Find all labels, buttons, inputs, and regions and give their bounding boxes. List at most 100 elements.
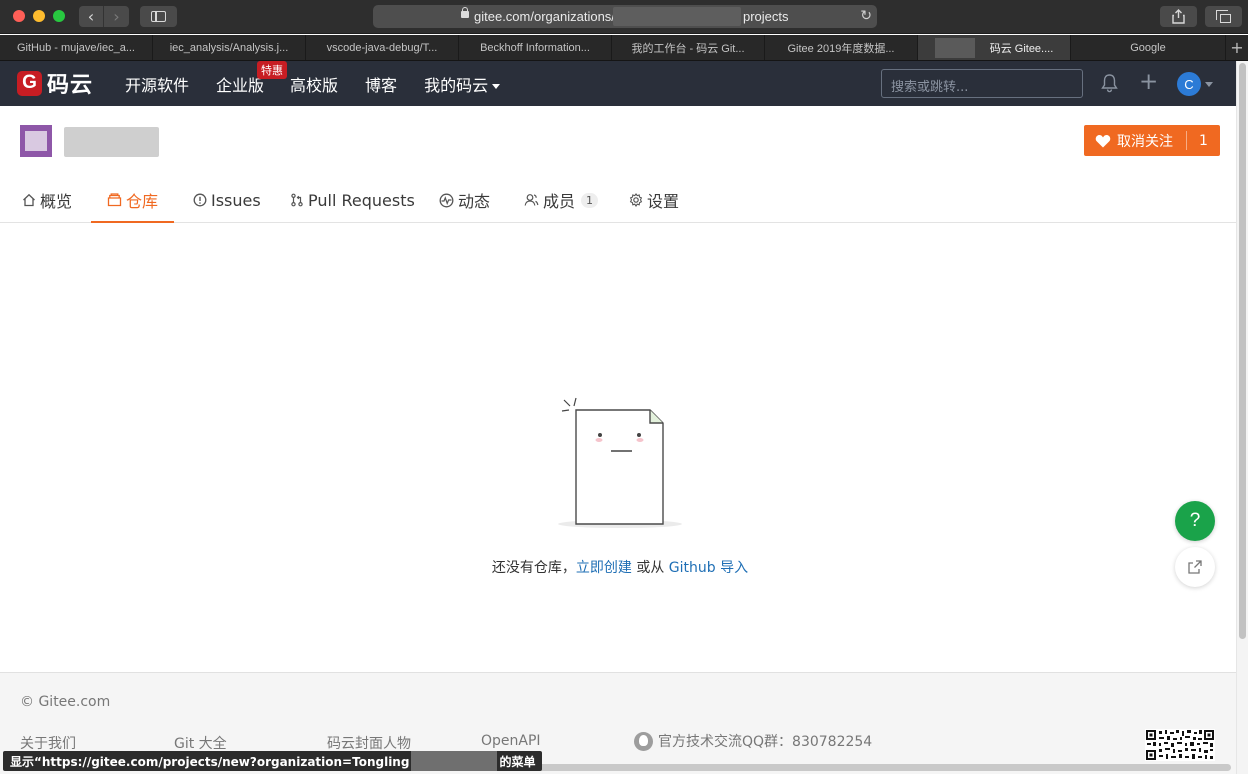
share-button[interactable] <box>1160 6 1197 27</box>
nav-my-gitee[interactable]: 我的码云 <box>424 72 501 96</box>
status-text-prefix: 显示“https://gitee.com/projects/new?organi… <box>10 754 410 769</box>
tab-activity-label: 动态 <box>458 192 491 211</box>
browser-tab[interactable]: Beckhoff Information... <box>459 35 612 60</box>
tab-repos[interactable]: 仓库 <box>91 178 175 223</box>
tab-overview-label: 概览 <box>40 192 73 211</box>
org-tabs: 概览 仓库 Issues Pull Requests 动态 成员 1 设置 <box>0 178 1236 223</box>
heart-icon <box>1095 134 1111 147</box>
issue-icon <box>193 193 207 207</box>
browser-tab-title: iec_analysis/Analysis.j... <box>169 41 289 54</box>
tab-issues-label: Issues <box>211 190 261 210</box>
gitee-logo[interactable]: G 码云 <box>17 70 94 98</box>
nav-education[interactable]: 高校版 <box>290 72 338 96</box>
github-import-link[interactable]: Github 导入 <box>669 560 748 576</box>
browser-tab-title: Beckhoff Information... <box>480 41 590 54</box>
browser-tab[interactable]: 我的工作台 - 码云 Git... <box>612 35 765 60</box>
user-avatar[interactable]: C <box>1177 72 1201 96</box>
copyright: © Gitee.com <box>20 694 111 710</box>
site-header: G 码云 开源软件 企业版 特惠 高校版 博客 我的码云 搜索或跳转... + … <box>0 60 1236 106</box>
tab-settings-label: 设置 <box>647 192 680 211</box>
reload-icon[interactable]: ↻ <box>860 7 872 24</box>
empty-text-middle: 或从 <box>631 560 669 576</box>
nav-blog[interactable]: 博客 <box>365 72 397 96</box>
activity-icon <box>439 193 454 207</box>
share-icon <box>1172 9 1185 24</box>
nav-enterprise[interactable]: 企业版 特惠 <box>216 60 288 96</box>
qr-code-image <box>1145 729 1215 761</box>
create-plus-icon[interactable]: + <box>1139 71 1158 94</box>
browser-tab-title: GitHub - mujave/iec_a... <box>17 41 135 54</box>
org-avatar <box>20 125 52 157</box>
tab-members-label: 成员 <box>543 192 576 211</box>
vertical-scrollbar-thumb[interactable] <box>1239 63 1246 639</box>
browser-titlebar: ‹ › gitee.com/organizations/ projects ↻ <box>0 0 1248 34</box>
follower-count: 1 <box>1199 132 1208 149</box>
home-icon <box>23 193 35 207</box>
browser-tab[interactable]: iec_analysis/Analysis.j... <box>153 35 306 60</box>
unfollow-label-wrap: 取消关注 <box>1084 131 1187 150</box>
tab-settings[interactable]: 设置 <box>629 178 679 223</box>
unfollow-button[interactable]: 取消关注 1 <box>1084 125 1220 156</box>
tab-pull-requests[interactable]: Pull Requests <box>290 178 415 223</box>
browser-tab[interactable]: GitHub - mujave/iec_a... <box>0 35 153 60</box>
tab-favicon-redacted <box>934 37 975 58</box>
browser-tab[interactable]: Google <box>1071 35 1226 60</box>
plus-icon: + <box>1230 38 1244 57</box>
tab-pull-requests-label: Pull Requests <box>308 190 415 210</box>
members-icon <box>524 194 539 206</box>
caret-down-icon <box>492 83 501 89</box>
top-nav: 开源软件 企业版 特惠 高校版 博客 我的码云 <box>125 60 501 106</box>
footer-link-git-guide[interactable]: Git 大全 <box>174 733 227 753</box>
browser-tab-title: Gitee 2019年度数据... <box>787 42 895 55</box>
tab-overview-button[interactable] <box>1205 6 1242 27</box>
footer-link-about[interactable]: 关于我们 <box>20 733 76 753</box>
repo-icon <box>107 192 122 206</box>
tab-members[interactable]: 成员 1 <box>524 178 599 223</box>
browser-tab[interactable]: Gitee 2019年度数据... <box>765 35 918 60</box>
feedback-button[interactable] <box>1175 547 1215 587</box>
url-text-suffix: projects <box>743 9 789 24</box>
search-input[interactable]: 搜索或跳转... <box>881 69 1083 98</box>
vertical-scrollbar[interactable] <box>1236 61 1248 774</box>
empty-document-illustration <box>558 397 682 528</box>
logo-text: 码云 <box>47 73 94 98</box>
back-button[interactable]: ‹ <box>79 6 104 27</box>
footer-link-openapi[interactable]: OpenAPI <box>481 733 541 749</box>
forward-button[interactable]: › <box>104 6 129 27</box>
url-redacted-segment <box>613 7 741 26</box>
gear-icon <box>629 193 643 207</box>
status-text-suffix: 的菜单 <box>499 754 536 769</box>
status-bar-link-preview: 显示“https://gitee.com/projects/new?organi… <box>3 751 543 771</box>
avatar-caret-icon[interactable] <box>1205 82 1213 87</box>
unfollow-label: 取消关注 <box>1117 133 1173 150</box>
browser-tab-active[interactable]: 码云 Gitee.... <box>918 35 1071 60</box>
bell-icon[interactable] <box>1101 73 1118 93</box>
browser-tab-bar: GitHub - mujave/iec_a... iec_analysis/An… <box>0 35 1248 61</box>
status-redacted-segment <box>411 751 498 771</box>
tab-repos-label: 仓库 <box>126 191 159 211</box>
browser-tab[interactable]: vscode-java-debug/T... <box>306 35 459 60</box>
close-window-button[interactable] <box>13 10 25 22</box>
tab-issues[interactable]: Issues <box>193 178 261 223</box>
address-bar[interactable]: gitee.com/organizations/ projects ↻ <box>373 5 877 28</box>
new-tab-button[interactable]: + <box>1226 35 1248 60</box>
footer-link-cover-people[interactable]: 码云封面人物 <box>327 733 411 753</box>
minimize-window-button[interactable] <box>33 10 45 22</box>
browser-tab-title: 码云 Gitee.... <box>989 42 1054 55</box>
promo-badge: 特惠 <box>257 60 288 79</box>
question-icon: ? <box>1189 510 1201 531</box>
history-nav: ‹ › <box>79 6 129 27</box>
sidebar-toggle-button[interactable] <box>140 6 177 27</box>
org-name-redacted <box>64 127 159 157</box>
sidebar-icon <box>151 11 166 22</box>
tab-overview[interactable]: 概览 <box>22 178 72 223</box>
help-button[interactable]: ? <box>1175 501 1215 541</box>
qq-group-info: 官方技术交流QQ群：830782254 <box>634 731 872 751</box>
zoom-window-button[interactable] <box>53 10 65 22</box>
chevron-right-icon: › <box>113 7 120 26</box>
nav-open-source[interactable]: 开源软件 <box>125 72 189 96</box>
qq-group-text: 官方技术交流QQ群：830782254 <box>658 734 873 750</box>
empty-repos-message: 还没有仓库，立即创建 或从 Github 导入 <box>0 557 1240 577</box>
tab-activity[interactable]: 动态 <box>439 178 490 223</box>
create-repo-link[interactable]: 立即创建 <box>576 560 632 576</box>
